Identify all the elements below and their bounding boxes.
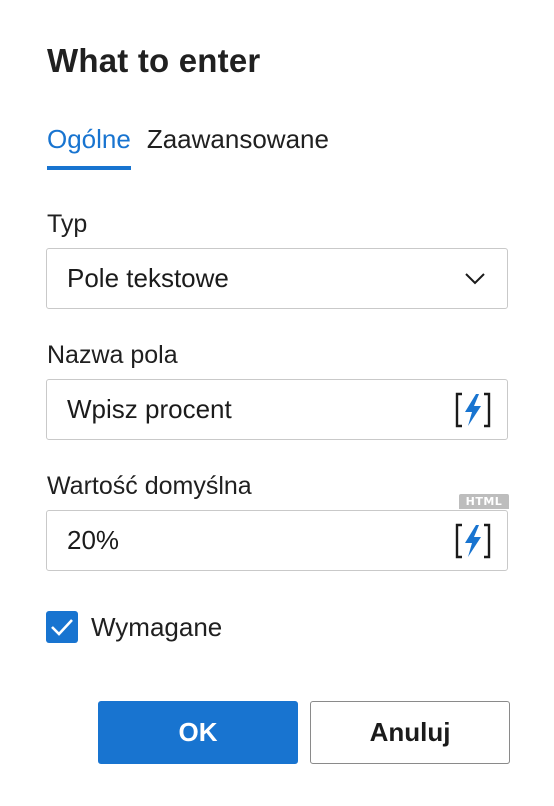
default-value-input[interactable]: 20% (46, 510, 508, 571)
dialog-title: What to enter (47, 42, 261, 79)
required-checkbox-row[interactable]: Wymagane (46, 611, 222, 643)
tab-bar: Ogólne Zaawansowane (47, 124, 329, 170)
cancel-button[interactable]: Anuluj (310, 701, 510, 764)
insert-variable-icon[interactable] (451, 388, 495, 432)
tab-advanced[interactable]: Zaawansowane (147, 124, 329, 166)
required-checkbox[interactable] (46, 611, 78, 643)
insert-variable-icon[interactable] (451, 519, 495, 563)
field-name-value: Wpisz procent (67, 394, 232, 424)
field-name-input[interactable]: Wpisz procent (46, 379, 508, 440)
default-value-label: Wartość domyślna (47, 472, 252, 500)
default-value-value: 20% (67, 525, 120, 555)
html-badge: HTML (459, 494, 509, 509)
checkmark-icon (51, 619, 73, 636)
chevron-down-icon (455, 259, 495, 299)
tab-general[interactable]: Ogólne (47, 124, 131, 170)
field-name-label: Nazwa pola (47, 341, 178, 369)
ok-button[interactable]: OK (98, 701, 298, 764)
type-label: Typ (47, 210, 88, 238)
type-select[interactable]: Pole tekstowe (46, 248, 508, 309)
type-select-value: Pole tekstowe (67, 263, 229, 293)
required-label: Wymagane (91, 611, 223, 642)
